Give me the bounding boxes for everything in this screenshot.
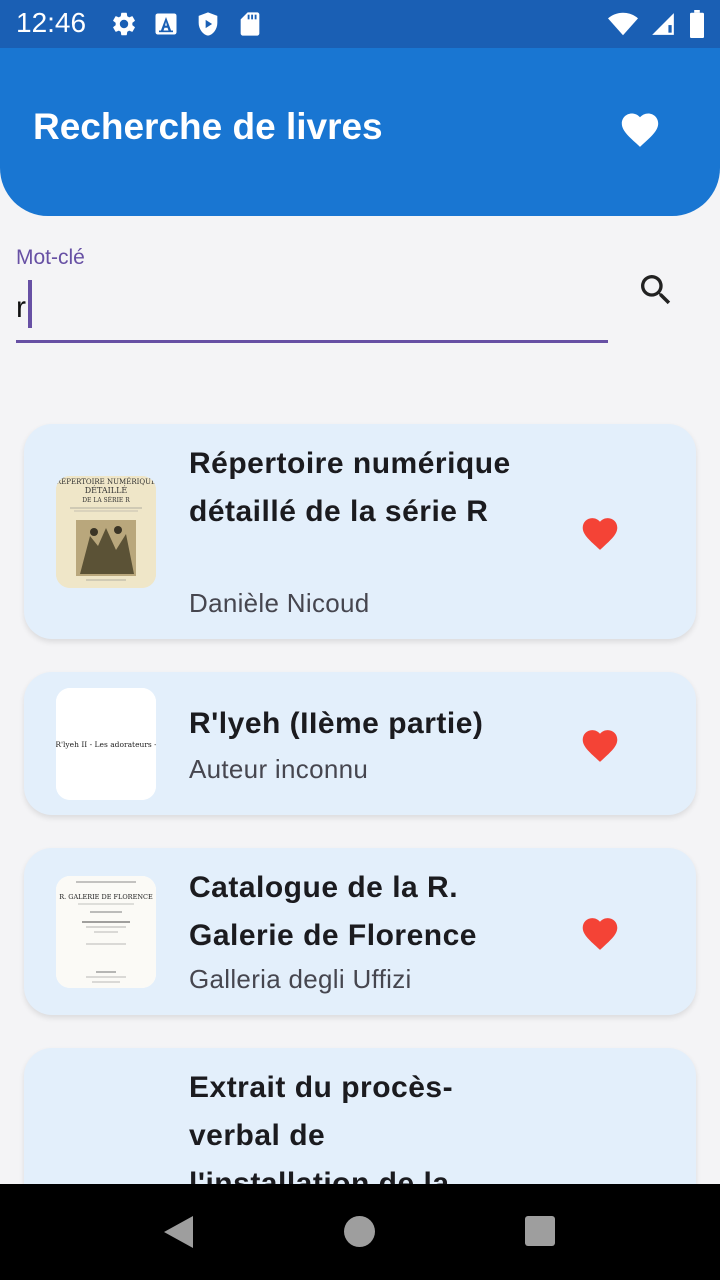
book-card[interactable]: R. GALERIE DE FLORENCE Catalogue de la R… <box>24 848 696 1015</box>
status-time: 12:46 <box>16 7 87 38</box>
sd-card-icon <box>236 10 264 38</box>
shield-play-icon <box>194 10 222 38</box>
favorites-heart-icon[interactable] <box>612 100 668 156</box>
book-cover: R. GALERIE DE FLORENCE <box>56 876 156 988</box>
gear-icon <box>110 10 138 38</box>
svg-text:RÉPERTOIRE NUMÉRIQUE: RÉPERTOIRE NUMÉRIQUE <box>56 477 156 486</box>
back-icon[interactable] <box>162 1214 194 1255</box>
a-icon <box>152 10 180 38</box>
book-author: Danièle Nicoud <box>189 588 370 618</box>
svg-text:R'lyeh II - Les adorateurs -: R'lyeh II - Les adorateurs - <box>56 740 156 749</box>
status-bar: 12:46 <box>0 0 720 48</box>
book-card[interactable]: Extrait du procès-verbal de l'installati… <box>24 1048 696 1184</box>
search-label: Mot-clé <box>16 246 85 269</box>
favorite-heart-icon[interactable] <box>576 508 624 556</box>
svg-text:DÉTAILLÉ: DÉTAILLÉ <box>85 486 128 495</box>
app-bar: Recherche de livres <box>0 48 720 216</box>
book-author: Auteur inconnu <box>189 754 369 784</box>
book-title: Catalogue de la R. Galerie de Florence <box>189 871 477 952</box>
book-cover: R'lyeh II - Les adorateurs - <box>56 688 156 800</box>
text-cursor <box>28 280 32 328</box>
search-underline <box>16 340 608 343</box>
favorite-heart-icon[interactable] <box>576 908 624 956</box>
search-icon[interactable] <box>630 264 682 316</box>
signal-icon <box>650 11 676 42</box>
battery-icon <box>688 10 706 43</box>
search-input[interactable] <box>16 280 608 336</box>
favorite-heart-icon[interactable] <box>576 720 624 768</box>
home-icon[interactable] <box>344 1216 375 1247</box>
wifi-icon <box>608 11 638 42</box>
search-field[interactable]: Mot-clé <box>16 240 608 344</box>
book-author: Galleria degli Uffizi <box>189 964 412 994</box>
book-title: Extrait du procès-verbal de l'installati… <box>189 1071 454 1184</box>
book-card[interactable]: R'lyeh II - Les adorateurs - R'lyeh (IIè… <box>24 672 696 815</box>
svg-text:DE LA SÉRIE R: DE LA SÉRIE R <box>82 496 130 504</box>
book-title: Répertoire numérique détaillé de la séri… <box>189 447 511 528</box>
recent-apps-icon[interactable] <box>525 1216 555 1246</box>
book-card[interactable]: RÉPERTOIRE NUMÉRIQUE DÉTAILLÉ DE LA SÉRI… <box>24 424 696 639</box>
book-cover: RÉPERTOIRE NUMÉRIQUE DÉTAILLÉ DE LA SÉRI… <box>56 476 156 588</box>
book-title: R'lyeh (IIème partie) <box>189 707 484 740</box>
svg-text:R. GALERIE DE FLORENCE: R. GALERIE DE FLORENCE <box>59 893 153 901</box>
page-title: Recherche de livres <box>33 106 383 147</box>
